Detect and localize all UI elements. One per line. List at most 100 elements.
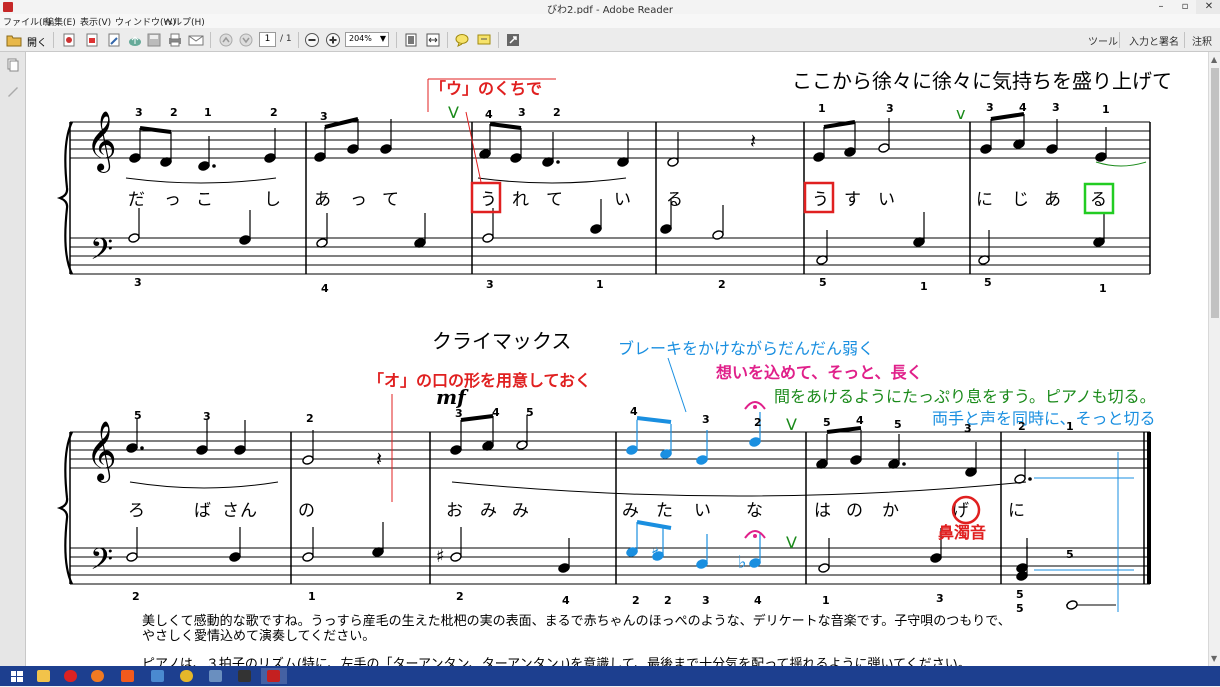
fingering-number: 5 xyxy=(526,406,534,419)
fingering-number: 1 xyxy=(596,278,604,291)
note-head xyxy=(1066,600,1078,610)
note-head xyxy=(126,443,138,453)
print-icon[interactable] xyxy=(167,32,183,48)
scroll-down-icon[interactable]: ▼ xyxy=(1211,654,1217,663)
fingering-number: 3 xyxy=(1052,101,1060,114)
cloud-upload-icon[interactable] xyxy=(127,32,143,48)
document-view[interactable]: 𝄞 𝄢 𝄞 𝄢 𝄽 𝄽 ♯ ♯ ♭ 32123432133431343125151だっこしあっ… xyxy=(26,52,1208,666)
chrome-icon[interactable] xyxy=(174,668,200,684)
fingering-number: 1 xyxy=(204,106,212,119)
brave-icon[interactable] xyxy=(115,668,141,684)
taskbar xyxy=(0,666,1220,686)
sharp-icon: ♯ xyxy=(651,544,660,565)
app-window-icon[interactable] xyxy=(145,668,171,684)
menu-file[interactable]: ファイル(F) xyxy=(3,15,51,28)
open-label[interactable]: 開く xyxy=(27,34,47,49)
comment-icon[interactable] xyxy=(454,32,470,48)
fingering-number: 2 xyxy=(306,412,314,425)
menu-edit[interactable]: 編集(E) xyxy=(45,15,76,28)
fingering-number: 5 xyxy=(1016,602,1024,615)
fingering-number: 5 xyxy=(1016,588,1024,601)
beam xyxy=(826,426,862,434)
toolbar-separator xyxy=(396,32,397,48)
adobe-reader-task-icon[interactable] xyxy=(261,668,287,684)
menu-view[interactable]: 表示(V) xyxy=(80,15,111,28)
note-head xyxy=(749,558,761,568)
fingering-number: 5 xyxy=(134,409,142,422)
note-head xyxy=(129,153,141,163)
zoom-out-icon[interactable] xyxy=(304,32,320,48)
previous-page-icon[interactable] xyxy=(218,32,234,48)
zoom-select[interactable]: 204% ▼ xyxy=(345,32,389,47)
lyric-syllable: み xyxy=(480,501,497,521)
open-folder-icon[interactable] xyxy=(6,32,22,48)
edit-pdf-icon[interactable] xyxy=(106,32,122,48)
lyric-syllable: な xyxy=(746,501,763,521)
fermata-dot xyxy=(753,534,757,538)
lyric-syllable: に xyxy=(976,190,993,210)
slur xyxy=(125,177,277,184)
lyric-syllable: る xyxy=(1090,190,1107,210)
create-pdf-icon[interactable] xyxy=(61,32,77,48)
minimize-button[interactable]: – xyxy=(1148,0,1174,14)
email-icon[interactable] xyxy=(188,32,204,48)
lyric-syllable: た xyxy=(656,501,673,521)
export-pdf-icon[interactable] xyxy=(84,32,100,48)
note-head xyxy=(234,445,246,455)
maximize-button[interactable]: ▫ xyxy=(1172,0,1198,14)
fill-sign-link[interactable]: 入力と署名 xyxy=(1129,33,1179,48)
note-head xyxy=(314,152,326,162)
page-thumbnails-icon[interactable] xyxy=(6,58,20,72)
note-head xyxy=(558,563,570,573)
note-head xyxy=(302,455,314,465)
page-number-input[interactable]: 1 xyxy=(259,32,276,47)
lyric-syllable: の xyxy=(846,501,863,521)
firefox-icon[interactable] xyxy=(85,668,111,684)
fit-width-icon[interactable] xyxy=(425,32,441,48)
lyric-syllable: み xyxy=(512,501,529,521)
expand-icon[interactable] xyxy=(505,32,521,48)
fingering-number: 5 xyxy=(823,416,831,429)
next-page-icon[interactable] xyxy=(238,32,254,48)
scrollbar-thumb[interactable] xyxy=(1211,68,1219,318)
flat-icon: ♭ xyxy=(738,552,747,573)
lyric-syllable: っ xyxy=(350,190,367,210)
opera-icon[interactable] xyxy=(58,668,84,684)
note-head xyxy=(590,224,602,234)
scroll-up-icon[interactable]: ▲ xyxy=(1211,55,1217,64)
vertical-scrollbar[interactable]: ▲ ▼ xyxy=(1208,52,1220,666)
start-button[interactable] xyxy=(4,668,30,684)
menu-help[interactable]: ヘルプ(H) xyxy=(164,15,205,28)
fingering-number: 4 xyxy=(856,414,864,427)
toolbar-separator xyxy=(210,32,211,48)
media-player-icon[interactable] xyxy=(232,668,258,684)
fingering-number: 1 xyxy=(1102,103,1110,116)
tools-link[interactable]: ツール xyxy=(1088,33,1118,48)
save-icon[interactable] xyxy=(146,32,162,48)
note-head xyxy=(813,152,825,162)
monitor-icon[interactable] xyxy=(203,668,229,684)
sheet-music: 𝄞𝄢𝄞𝄢 𝄽𝄽♯ ♯ ♭ 3 2 1 2 3 4 3 2 1 3 3 4 3 13 4 3 1 2 5 1 5 1だっこしあっ… xyxy=(56,69,1172,666)
lyric-syllable: い xyxy=(694,501,711,521)
note-head xyxy=(696,559,708,569)
file-explorer-icon[interactable] xyxy=(31,668,57,684)
toolbar-separator xyxy=(1119,32,1120,48)
note-head xyxy=(626,445,638,455)
highlight-icon[interactable] xyxy=(476,32,492,48)
fingering-number: 1 xyxy=(1099,282,1107,295)
signature-pen-icon[interactable] xyxy=(6,84,20,98)
fingering-number: 2 xyxy=(718,278,726,291)
fit-page-icon[interactable] xyxy=(403,32,419,48)
description-text: 美しくて感動的な歌ですね。うっすら産毛の生えた枇杷の実の表面、まるで赤ちゃんのほ… xyxy=(142,613,1011,629)
note-head xyxy=(264,153,276,163)
lyric-syllable: ば xyxy=(194,501,211,521)
comment-link[interactable]: 注釈 xyxy=(1192,33,1212,48)
toolbar-separator xyxy=(298,32,299,48)
close-button[interactable]: ✕ xyxy=(1196,0,1220,14)
fingering-number: 5 xyxy=(819,276,827,289)
zoom-in-icon[interactable] xyxy=(325,32,341,48)
lyric-syllable: る xyxy=(666,190,683,210)
note-head xyxy=(198,161,210,171)
annotation-feeling: 想いを込めて、そっと、長く xyxy=(715,363,923,382)
fingering-number: 3 xyxy=(486,278,494,291)
